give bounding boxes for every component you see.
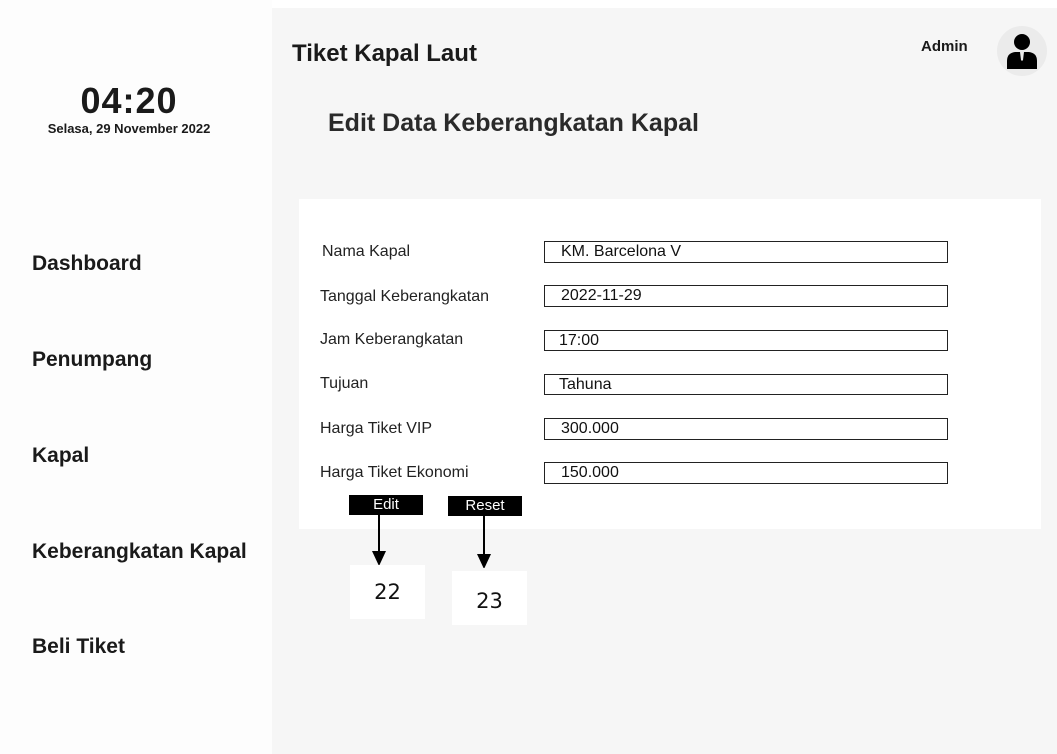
- reset-arrow-icon: [477, 516, 491, 568]
- user-name: Admin: [921, 38, 968, 55]
- reset-button[interactable]: Reset: [448, 496, 522, 516]
- reset-annotation-number: 23: [452, 571, 527, 625]
- edit-arrow-icon: [372, 515, 386, 566]
- label-tanggal-keberangkatan: Tanggal Keberangkatan: [320, 288, 490, 305]
- sidebar-item-keberangkatan-kapal[interactable]: Keberangkatan Kapal: [32, 540, 247, 564]
- sidebar-item-beli-tiket[interactable]: Beli Tiket: [32, 635, 125, 659]
- nama-kapal-input[interactable]: [544, 241, 948, 263]
- tanggal-keberangkatan-input[interactable]: [544, 285, 948, 307]
- edit-button[interactable]: Edit: [349, 495, 423, 515]
- app-title: Tiket Kapal Laut: [292, 40, 477, 67]
- tujuan-input[interactable]: [544, 374, 948, 395]
- avatar[interactable]: [997, 26, 1047, 76]
- sidebar-item-dashboard[interactable]: Dashboard: [32, 252, 142, 276]
- harga-tiket-vip-input[interactable]: [544, 418, 948, 440]
- label-jam-keberangkatan: Jam Keberangkatan: [320, 331, 464, 348]
- page-title: Edit Data Keberangkatan Kapal: [328, 109, 699, 137]
- edit-annotation-number: 22: [350, 565, 425, 619]
- sidebar: 04:20 Selasa, 29 November 2022 Dashboard…: [0, 0, 272, 754]
- jam-keberangkatan-input[interactable]: [544, 330, 948, 351]
- clock-date: Selasa, 29 November 2022: [47, 121, 211, 136]
- label-harga-tiket-ekonomi: Harga Tiket Ekonomi: [320, 464, 469, 481]
- label-harga-tiket-vip: Harga Tiket VIP: [320, 420, 433, 437]
- sidebar-item-kapal[interactable]: Kapal: [32, 444, 89, 468]
- sidebar-item-penumpang[interactable]: Penumpang: [32, 348, 152, 372]
- main-content: Tiket Kapal Laut Admin Edit Data Keberan…: [272, 8, 1057, 754]
- edit-form: Nama Kapal Tanggal Keberangkatan Jam Keb…: [299, 199, 1041, 529]
- label-tujuan: Tujuan: [320, 375, 369, 392]
- clock-time: 04:20: [80, 80, 178, 121]
- user-icon: [1007, 34, 1037, 69]
- harga-tiket-ekonomi-input[interactable]: [544, 462, 948, 484]
- label-nama-kapal: Nama Kapal: [322, 243, 411, 260]
